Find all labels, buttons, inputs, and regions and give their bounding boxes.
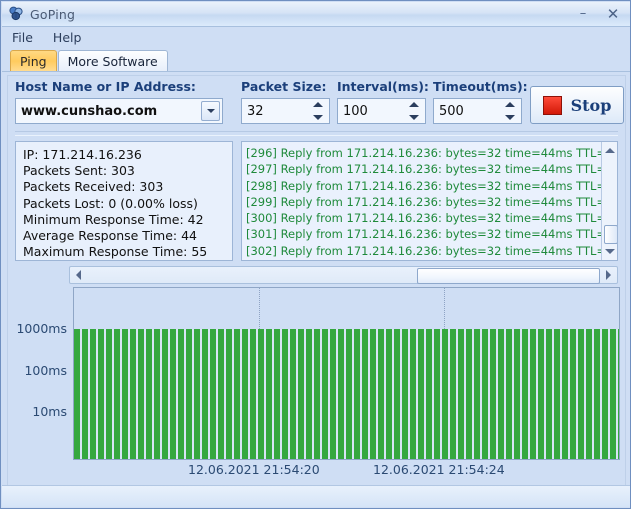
- chevron-down-icon[interactable]: [201, 101, 220, 121]
- stat-max-response: Maximum Response Time: 55: [23, 244, 208, 260]
- tab-strip: Ping More Software: [2, 48, 630, 72]
- window-controls: – ✕: [575, 7, 621, 22]
- y-tick-label: 100ms: [24, 363, 67, 378]
- triangle-shape: [604, 148, 615, 153]
- stat-packets-lost: Packets Lost: 0 (0.00% loss): [23, 195, 198, 211]
- window-title: GoPing: [30, 6, 76, 22]
- triangle-down-icon[interactable]: [313, 115, 323, 120]
- title-bar: GoPing – ✕: [2, 2, 630, 27]
- y-tick-label: 10ms: [32, 404, 67, 419]
- spinner-arrows[interactable]: [313, 102, 323, 120]
- log-line: [297] Reply from 171.214.16.236: bytes=3…: [246, 162, 618, 177]
- ping-settings-group: Host Name or IP Address: www.cunshao.com…: [9, 79, 624, 129]
- stat-avg-response: Average Response Time: 44: [23, 228, 197, 244]
- stat-min-response: Minimum Response Time: 42: [23, 211, 204, 227]
- interval-label: Interval(ms):: [337, 79, 429, 94]
- triangle-down-icon[interactable]: [409, 115, 419, 120]
- statistics-panel: IP: 171.214.16.236 Packets Sent: 303 Pac…: [15, 141, 233, 261]
- tab-ping[interactable]: Ping: [10, 50, 57, 72]
- triangle-right-icon[interactable]: [601, 267, 616, 283]
- scrollbar-thumb[interactable]: [417, 268, 600, 284]
- menu-bar: File Help: [2, 27, 630, 48]
- stop-button-label: Stop: [570, 95, 612, 115]
- log-line: [298] Reply from 171.214.16.236: bytes=3…: [246, 178, 618, 193]
- chart-bars: [74, 329, 619, 459]
- log-line: [296] Reply from 171.214.16.236: bytes=3…: [246, 146, 618, 160]
- caret-shape: [206, 109, 215, 113]
- timeout-field-group: Timeout(ms): 500: [433, 79, 528, 124]
- triangle-up-icon[interactable]: [409, 102, 419, 107]
- log-vertical-scrollbar[interactable]: [601, 142, 617, 260]
- triangle-left-icon[interactable]: [71, 267, 86, 283]
- timeout-stepper[interactable]: 500: [433, 98, 522, 124]
- goping-window: GoPing – ✕ File Help Ping More Software …: [0, 0, 631, 509]
- tab-more-software[interactable]: More Software: [57, 50, 168, 72]
- host-input[interactable]: www.cunshao.com: [15, 98, 223, 124]
- chart-y-axis: 1000ms 100ms 10ms: [9, 287, 67, 460]
- status-bar: [2, 485, 630, 507]
- triangle-shape: [606, 270, 611, 280]
- host-field-group: Host Name or IP Address: www.cunshao.com: [15, 79, 223, 124]
- log-line: [302] Reply from 171.214.16.236: bytes=3…: [246, 243, 618, 258]
- x-tick-label: 12.06.2021 21:54:20: [188, 462, 320, 477]
- close-button[interactable]: ✕: [605, 7, 621, 22]
- tab-body-divider: [2, 71, 630, 72]
- menu-item-help[interactable]: Help: [53, 30, 82, 45]
- packet-size-stepper[interactable]: 32: [241, 98, 330, 124]
- triangle-up-icon[interactable]: [505, 102, 515, 107]
- stop-square-icon: [542, 95, 562, 115]
- triangle-down-icon[interactable]: [505, 115, 515, 120]
- triangle-shape: [604, 249, 615, 254]
- ping-log-text: [296] Reply from 171.214.16.236: bytes=3…: [246, 145, 618, 259]
- interval-stepper[interactable]: 100: [337, 98, 426, 124]
- packet-size-value[interactable]: 32: [242, 104, 264, 119]
- x-tick-label: 12.06.2021 21:54:24: [373, 462, 505, 477]
- interval-field-group: Interval(ms): 100: [337, 79, 429, 124]
- log-line: [300] Reply from 171.214.16.236: bytes=3…: [246, 211, 618, 226]
- stat-packets-sent: Packets Sent: 303: [23, 163, 135, 179]
- spinner-arrows[interactable]: [505, 102, 515, 120]
- menu-item-file[interactable]: File: [12, 30, 33, 45]
- log-line: [301] Reply from 171.214.16.236: bytes=3…: [246, 227, 618, 242]
- triangle-up-icon[interactable]: [313, 102, 323, 107]
- log-line: [299] Reply from 171.214.16.236: bytes=3…: [246, 194, 618, 209]
- minimize-button[interactable]: –: [575, 7, 591, 21]
- triangle-up-icon[interactable]: [602, 143, 617, 158]
- y-tick-label: 1000ms: [16, 321, 67, 336]
- stat-packets-received: Packets Received: 303: [23, 179, 164, 195]
- packet-size-label: Packet Size:: [241, 79, 327, 94]
- scrollbar-thumb[interactable]: [604, 225, 617, 244]
- chart-x-axis: 12.06.2021 21:54:20 12.06.2021 21:54:24: [73, 462, 620, 480]
- ping-log-panel[interactable]: [296] Reply from 171.214.16.236: bytes=3…: [241, 141, 618, 261]
- chart-plot-area[interactable]: [73, 287, 620, 460]
- stop-button[interactable]: Stop: [530, 86, 624, 124]
- triangle-shape: [76, 270, 81, 280]
- host-label: Host Name or IP Address:: [15, 79, 196, 94]
- app-icon: [8, 6, 24, 22]
- stat-ip: IP: 171.214.16.236: [23, 147, 142, 162]
- timeout-label: Timeout(ms):: [433, 79, 528, 94]
- response-time-chart: 1000ms 100ms 10ms 12.06.2021 21:54:20 12…: [9, 287, 624, 483]
- interval-value[interactable]: 100: [338, 104, 368, 119]
- timeout-value[interactable]: 500: [434, 104, 464, 119]
- chart-horizontal-scrollbar[interactable]: [69, 266, 618, 284]
- section-divider: [15, 131, 618, 136]
- spinner-arrows[interactable]: [409, 102, 419, 120]
- triangle-down-icon[interactable]: [602, 244, 617, 259]
- packet-size-field-group: Packet Size: 32: [241, 79, 330, 124]
- host-combobox[interactable]: www.cunshao.com: [15, 98, 223, 124]
